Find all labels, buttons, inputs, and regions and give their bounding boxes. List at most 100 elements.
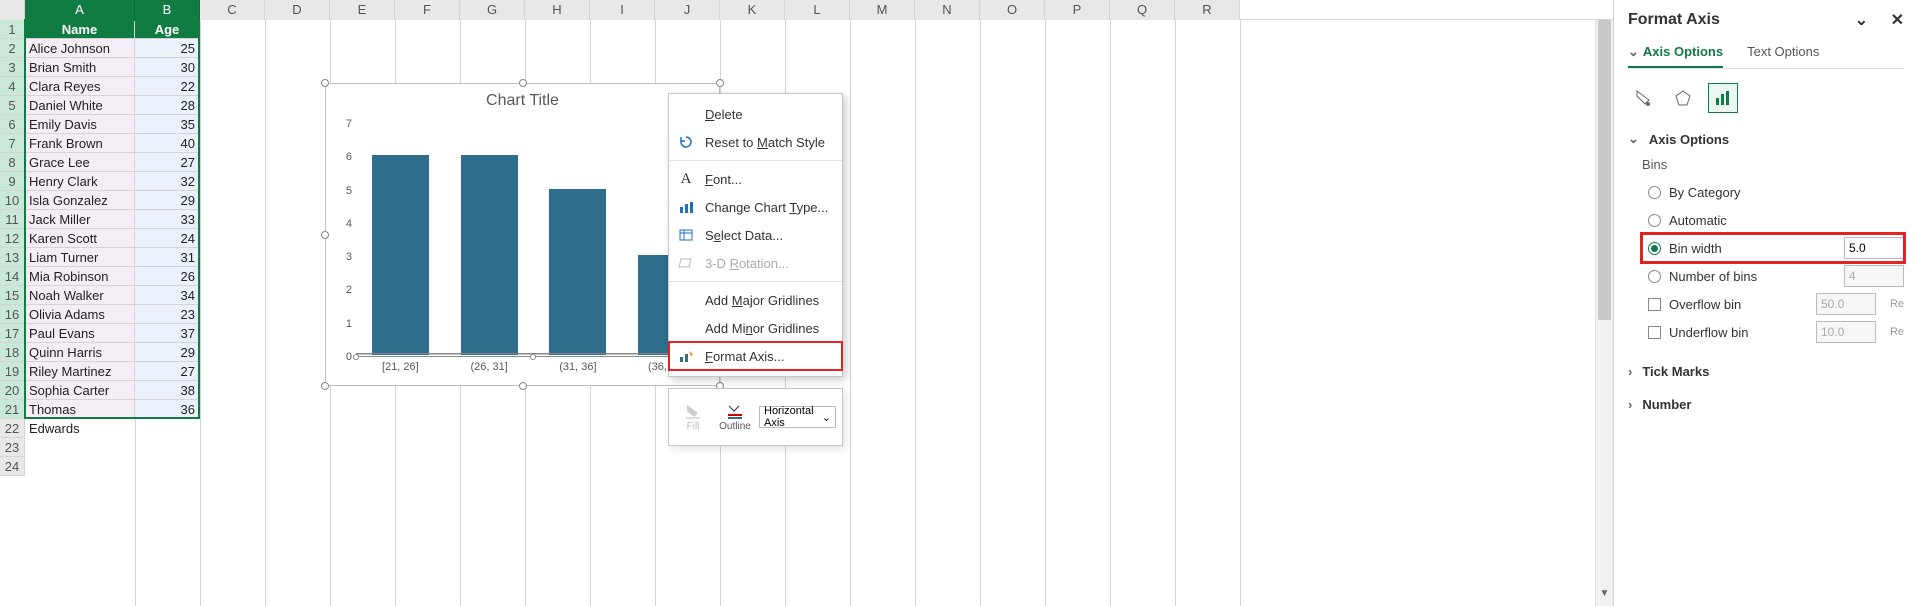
histogram-bar[interactable] <box>461 155 518 355</box>
row-header-12[interactable]: 12 <box>0 229 25 248</box>
option-overflow-bin[interactable]: Overflow bin Re <box>1648 290 1904 318</box>
row-header-8[interactable]: 8 <box>0 153 25 172</box>
option-automatic[interactable]: Automatic <box>1648 206 1904 234</box>
row-header-16[interactable]: 16 <box>0 305 25 324</box>
row-header-21[interactable]: 21 <box>0 400 25 419</box>
row-header-15[interactable]: 15 <box>0 286 25 305</box>
bin-width-input[interactable] <box>1844 237 1904 259</box>
reset-button[interactable]: Re <box>1890 298 1904 310</box>
cell-name[interactable]: Grace Lee <box>25 153 135 172</box>
panel-close-icon[interactable]: ✕ <box>1891 12 1904 29</box>
cell-age[interactable]: 27 <box>135 362 200 381</box>
x-category-label[interactable]: (31, 36] <box>534 361 623 373</box>
row-header-24[interactable]: 24 <box>0 457 25 476</box>
cell-name[interactable]: Jack Miller <box>25 210 135 229</box>
menu-item-format-axis[interactable]: Format Axis... <box>669 342 842 370</box>
menu-item-add-major-gridlines[interactable]: Add Major Gridlines <box>669 286 842 314</box>
menu-item-delete[interactable]: Delete <box>669 100 842 128</box>
row-header-14[interactable]: 14 <box>0 267 25 286</box>
cell-age[interactable]: 36 <box>135 400 200 419</box>
cell-age[interactable]: 26 <box>135 267 200 286</box>
row-header-9[interactable]: 9 <box>0 172 25 191</box>
row-header-4[interactable]: 4 <box>0 77 25 96</box>
cell-name[interactable]: Karen Scott <box>25 229 135 248</box>
cell-age[interactable]: 37 <box>135 324 200 343</box>
row-header-18[interactable]: 18 <box>0 343 25 362</box>
row-header-13[interactable]: 13 <box>0 248 25 267</box>
menu-item-add-minor-gridlines[interactable]: Add Minor Gridlines <box>669 314 842 342</box>
row-header-5[interactable]: 5 <box>0 96 25 115</box>
row-header-6[interactable]: 6 <box>0 115 25 134</box>
embedded-chart[interactable]: Chart Title 01234567[21, 26](26, 31](31,… <box>325 83 720 386</box>
cell-name[interactable]: Mia Robinson <box>25 267 135 286</box>
histogram-bar[interactable] <box>549 189 606 355</box>
fill-line-icon[interactable] <box>1628 83 1658 113</box>
option-underflow-bin[interactable]: Underflow bin Re <box>1648 318 1904 346</box>
chart-resize-handle[interactable] <box>716 79 724 87</box>
section-tick-marks[interactable]: Tick Marks <box>1628 364 1904 379</box>
row-header-1[interactable]: 1 <box>0 20 25 39</box>
row-header-11[interactable]: 11 <box>0 210 25 229</box>
row-header-2[interactable]: 2 <box>0 39 25 58</box>
cell-age[interactable]: 34 <box>135 286 200 305</box>
section-axis-options[interactable]: Axis Options <box>1628 131 1904 147</box>
cell-name[interactable]: Brian Smith <box>25 58 135 77</box>
cell-name[interactable]: Paul Evans <box>25 324 135 343</box>
option-number-of-bins[interactable]: Number of bins <box>1648 262 1904 290</box>
outline-button[interactable]: Outline <box>717 403 753 432</box>
axis-selection-handle[interactable] <box>353 354 359 360</box>
axis-options-icon[interactable] <box>1708 83 1738 113</box>
menu-item-reset-to-match-style[interactable]: Reset to Match Style <box>669 128 842 156</box>
chart-resize-handle[interactable] <box>519 382 527 390</box>
cell-name[interactable]: Thomas Edwards <box>25 400 135 419</box>
x-category-label[interactable]: [21, 26] <box>356 361 445 373</box>
cell-age[interactable]: 35 <box>135 115 200 134</box>
cell-age[interactable]: 32 <box>135 172 200 191</box>
row-header-22[interactable]: 22 <box>0 419 25 438</box>
tab-axis-options[interactable]: Axis Options <box>1628 44 1723 68</box>
effects-icon[interactable] <box>1668 83 1698 113</box>
chart-plot-area[interactable]: 01234567[21, 26](26, 31](31, 36](36, 41] <box>356 124 709 355</box>
cell-name[interactable]: Olivia Adams <box>25 305 135 324</box>
cell-age[interactable]: 23 <box>135 305 200 324</box>
cell-name[interactable]: Riley Martinez <box>25 362 135 381</box>
cell-name[interactable]: Daniel White <box>25 96 135 115</box>
chart-resize-handle[interactable] <box>321 231 329 239</box>
cell-age[interactable]: 25 <box>135 39 200 58</box>
cell-age[interactable]: 28 <box>135 96 200 115</box>
row-header-10[interactable]: 10 <box>0 191 25 210</box>
cell-age[interactable]: 40 <box>135 134 200 153</box>
row-header-23[interactable]: 23 <box>0 438 25 457</box>
cell-name[interactable]: Quinn Harris <box>25 343 135 362</box>
cell-name[interactable]: Clara Reyes <box>25 77 135 96</box>
option-by-category[interactable]: By Category <box>1648 178 1904 206</box>
cell-name[interactable]: Henry Clark <box>25 172 135 191</box>
chart-element-dropdown[interactable]: Horizontal Axis ⌄ <box>759 406 836 428</box>
cell-age[interactable]: 29 <box>135 191 200 210</box>
cell-age[interactable]: 29 <box>135 343 200 362</box>
menu-item-change-chart-type[interactable]: Change Chart Type... <box>669 193 842 221</box>
cell-age[interactable]: 24 <box>135 229 200 248</box>
chart-resize-handle[interactable] <box>519 79 527 87</box>
cell-age[interactable]: 33 <box>135 210 200 229</box>
cell-name[interactable]: Alice Johnson <box>25 39 135 58</box>
cell-age[interactable]: 22 <box>135 77 200 96</box>
panel-collapse-icon[interactable]: ⌄ <box>1855 12 1868 29</box>
reset-button[interactable]: Re <box>1890 326 1904 338</box>
cell-age[interactable]: 27 <box>135 153 200 172</box>
menu-item-font[interactable]: AFont... <box>669 165 842 193</box>
chart-resize-handle[interactable] <box>321 382 329 390</box>
tab-text-options[interactable]: Text Options <box>1747 44 1819 68</box>
axis-selection-handle[interactable] <box>530 354 536 360</box>
row-header-17[interactable]: 17 <box>0 324 25 343</box>
row-header-3[interactable]: 3 <box>0 58 25 77</box>
section-number[interactable]: Number <box>1628 397 1904 412</box>
cell-age[interactable]: 38 <box>135 381 200 400</box>
chart-title[interactable]: Chart Title <box>326 92 719 110</box>
cell-name[interactable]: Noah Walker <box>25 286 135 305</box>
row-header-19[interactable]: 19 <box>0 362 25 381</box>
histogram-bar[interactable] <box>372 155 429 355</box>
option-bin-width[interactable]: Bin width <box>1642 234 1904 262</box>
row-header-7[interactable]: 7 <box>0 134 25 153</box>
cell-name[interactable]: Sophia Carter <box>25 381 135 400</box>
